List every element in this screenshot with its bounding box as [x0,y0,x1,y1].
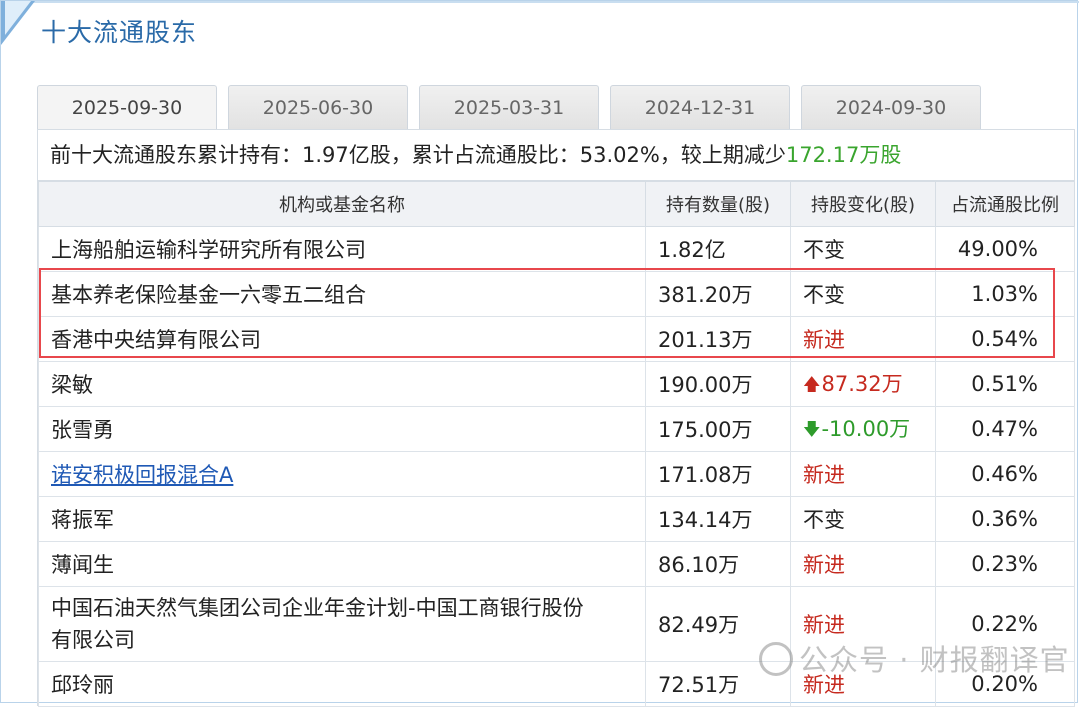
tab-2024-09-30[interactable]: 2024-09-30 [801,85,981,129]
table-row: 张雪勇 175.00万 🡇-10.00万 0.47% [38,406,1075,452]
holder-change-new: 新进 [790,541,936,587]
holder-qty: 134.14万 [645,496,791,542]
holder-pct: 1.03% [935,271,1075,317]
holder-qty: 1.82亿 [645,226,791,272]
holder-name-cell: 诺安积极回报混合A [38,451,646,497]
holder-change-decrease: 🡇-10.00万 [790,406,936,452]
fund-link[interactable]: 诺安积极回报混合A [51,463,233,487]
table-row: 薄闻生 86.10万 新进 0.23% [38,541,1075,587]
holder-name: 邱玲丽 [38,661,646,707]
holder-pct: 0.36% [935,496,1075,542]
holder-qty: 201.13万 [645,316,791,362]
holder-pct: 0.47% [935,406,1075,452]
holder-name: 基本养老保险基金一六零五二组合 [38,271,646,317]
holder-pct: 0.20% [935,661,1075,707]
summary-change: 172.17万股 [785,143,902,167]
holder-pct: 0.22% [935,586,1075,662]
holder-name: 张雪勇 [38,406,646,452]
holder-name: 香港中央结算有限公司 [38,316,646,362]
panel-title: 十大流通股东 [41,18,198,47]
shareholder-panel: 十大流通股东 2025-09-30 2025-06-30 2025-03-31 … [0,0,1079,707]
table-row: 蒋振军 134.14万 不变 0.36% [38,496,1075,542]
holder-qty: 86.10万 [645,541,791,587]
holder-name-line1: 中国石油天然气集团公司企业年金计划-中国工商银行股份 [51,596,584,620]
holder-change: 不变 [790,496,936,542]
holder-qty: 72.51万 [645,661,791,707]
arrow-down-icon: 🡇 [803,419,821,440]
holder-name: 上海船舶运输科学研究所有限公司 [38,226,646,272]
holder-pct: 49.00% [935,226,1075,272]
tab-2024-12-31[interactable]: 2024-12-31 [610,85,790,129]
holder-name-line2: 有限公司 [51,628,135,652]
holder-change: 不变 [790,271,936,317]
holder-qty: 82.49万 [645,586,791,662]
change-value: 87.32万 [821,371,903,396]
holder-qty: 175.00万 [645,406,791,452]
header-pct: 占流通股比例 [935,181,1075,227]
summary-line: 前十大流通股东累计持有：1.97亿股，累计占流通股比：53.02%，较上期减少1… [38,129,1074,181]
holder-qty: 190.00万 [645,361,791,407]
tab-2025-03-31[interactable]: 2025-03-31 [419,85,599,129]
table-row: 邱玲丽 72.51万 新进 0.20% [38,661,1075,707]
tab-2025-09-30[interactable]: 2025-09-30 [37,85,217,131]
summary-prefix: 前十大流通股东累计持有： [50,143,302,167]
header-change: 持股变化(股) [790,181,936,227]
table-row: 诺安积极回报混合A 171.08万 新进 0.46% [38,451,1075,497]
change-value: -10.00万 [821,416,911,441]
summary-mid: ，累计占流通股比： [390,143,580,167]
arrow-up-icon: 🡅 [803,374,821,395]
holder-change-new: 新进 [790,586,936,662]
holder-name: 中国石油天然气集团公司企业年金计划-中国工商银行股份 有限公司 [38,586,646,662]
tab-2025-06-30[interactable]: 2025-06-30 [228,85,408,129]
holder-change-increase: 🡅87.32万 [790,361,936,407]
holder-qty: 171.08万 [645,451,791,497]
header-qty: 持有数量(股) [645,181,791,227]
panel-top-border [1,1,1079,3]
table-row: 香港中央结算有限公司 201.13万 新进 0.54% [38,316,1075,362]
holder-change: 不变 [790,226,936,272]
holder-pct: 0.54% [935,316,1075,362]
panel-corner-inner [5,1,31,35]
holder-change-new: 新进 [790,451,936,497]
table-row: 上海船舶运输科学研究所有限公司 1.82亿 不变 49.00% [38,226,1075,272]
holder-name: 薄闻生 [38,541,646,587]
summary-ratio: 53.02% [579,143,660,167]
summary-total: 1.97亿股 [302,143,391,167]
shareholder-table-container: 前十大流通股东累计持有：1.97亿股，累计占流通股比：53.02%，较上期减少1… [37,129,1075,707]
table-row: 中国石油天然气集团公司企业年金计划-中国工商银行股份 有限公司 82.49万 新进… [38,586,1075,662]
table-header-row: 机构或基金名称 持有数量(股) 持股变化(股) 占流通股比例 [38,181,1075,227]
holder-pct: 0.46% [935,451,1075,497]
holder-name: 蒋振军 [38,496,646,542]
table-row: 基本养老保险基金一六零五二组合 381.20万 不变 1.03% [38,271,1075,317]
holder-qty: 381.20万 [645,271,791,317]
holder-change-new: 新进 [790,316,936,362]
shareholder-table: 机构或基金名称 持有数量(股) 持股变化(股) 占流通股比例 上海船舶运输科学研… [38,181,1075,707]
holder-name: 梁敏 [38,361,646,407]
summary-sep: ，较上期减少 [659,143,786,167]
holder-pct: 0.23% [935,541,1075,587]
holder-pct: 0.51% [935,361,1075,407]
header-name: 机构或基金名称 [38,181,646,227]
table-row: 梁敏 190.00万 🡅87.32万 0.51% [38,361,1075,407]
holder-change-new: 新进 [790,661,936,707]
